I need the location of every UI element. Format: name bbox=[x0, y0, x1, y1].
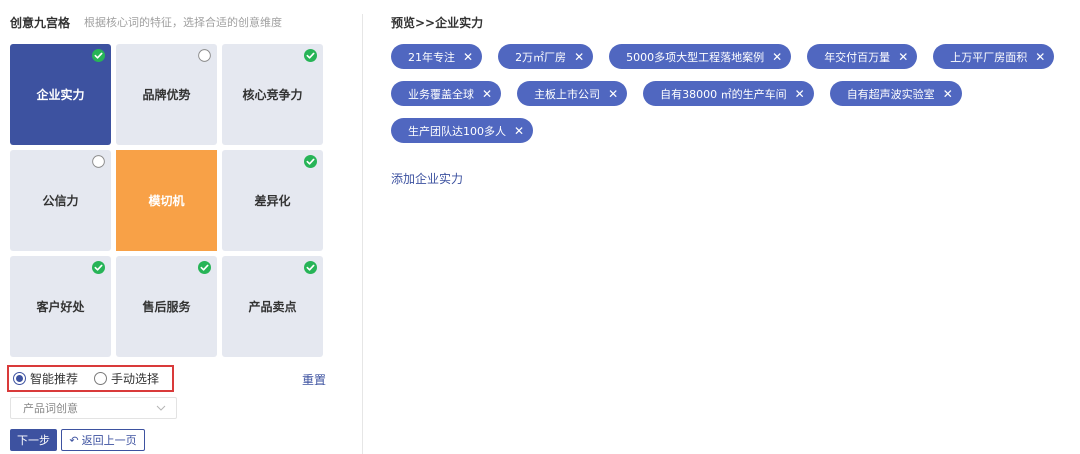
mode-selector: 智能推荐 手动选择 bbox=[7, 365, 174, 392]
select-value: 产品词创意 bbox=[23, 402, 78, 415]
preview-tag: 生产团队达100多人 ✕ bbox=[391, 118, 534, 143]
check-circle-icon bbox=[92, 49, 105, 62]
close-icon[interactable]: ✕ bbox=[898, 51, 908, 63]
reset-link[interactable]: 重置 bbox=[302, 371, 326, 388]
close-icon[interactable]: ✕ bbox=[795, 88, 805, 100]
grid-cell-label: 产品卖点 bbox=[248, 300, 297, 314]
tag-text: 业务覆盖全球 bbox=[408, 87, 474, 101]
empty-circle-icon bbox=[198, 49, 211, 62]
preview-tag: 主板上市公司 ✕ bbox=[517, 81, 628, 106]
preview-tag-list: 21年专注 ✕ 2万㎡厂房 ✕ 5000多项大型工程落地案例 ✕ 年交付百万量 ✕ 上万… bbox=[391, 44, 1071, 143]
grid-cell-label: 售后服务 bbox=[142, 300, 191, 314]
radio-smart-recommend[interactable]: 智能推荐 bbox=[13, 370, 78, 387]
tag-text: 自有38000 ㎡的生产车间 bbox=[660, 87, 787, 101]
close-icon[interactable]: ✕ bbox=[772, 51, 782, 63]
grid-description: 根据核心词的特征，选择合适的创意维度 bbox=[84, 16, 283, 29]
radio-manual-select[interactable]: 手动选择 bbox=[94, 370, 159, 387]
preview-tag: 业务覆盖全球 ✕ bbox=[391, 81, 502, 106]
grid-cell-label: 公信力 bbox=[42, 194, 79, 208]
grid-cell-label: 品牌优势 bbox=[142, 88, 191, 102]
preview-tag: 年交付百万量 ✕ bbox=[807, 44, 918, 69]
close-icon[interactable]: ✕ bbox=[463, 51, 473, 63]
creative-type-select[interactable]: 产品词创意 bbox=[10, 397, 177, 419]
grid-cell-label: 模切机 bbox=[148, 194, 185, 208]
tag-text: 5000多项大型工程落地案例 bbox=[626, 50, 765, 64]
grid-cell-label: 差异化 bbox=[254, 194, 291, 208]
grid-cell-product-selling-points[interactable]: 产品卖点 bbox=[222, 256, 323, 357]
radio-checked-icon bbox=[13, 372, 26, 385]
check-circle-icon bbox=[92, 261, 105, 274]
radio-label: 手动选择 bbox=[111, 372, 160, 386]
grid-cell-label: 企业实力 bbox=[36, 88, 85, 102]
check-circle-icon bbox=[304, 49, 317, 62]
preview-tag: 自有38000 ㎡的生产车间 ✕ bbox=[643, 81, 814, 106]
preview-tag: 自有超声波实验室 ✕ bbox=[829, 81, 962, 106]
close-icon[interactable]: ✕ bbox=[608, 88, 618, 100]
grid-cell-enterprise-strength[interactable]: 企业实力 bbox=[10, 44, 111, 145]
preview-tag: 上万平厂房面积 ✕ bbox=[933, 44, 1055, 69]
preview-title: 预览>>企业实力 bbox=[391, 16, 484, 30]
creative-grid: 企业实力 品牌优势 核心竞争力 公信力 模切机 差异化 客户好处 售后服务 产品… bbox=[10, 44, 324, 357]
preview-tag: 21年专注 ✕ bbox=[391, 44, 483, 69]
radio-unchecked-icon bbox=[94, 372, 108, 385]
close-icon[interactable]: ✕ bbox=[514, 125, 524, 137]
panel-divider bbox=[362, 14, 363, 454]
tag-text: 年交付百万量 bbox=[824, 50, 891, 64]
close-icon[interactable]: ✕ bbox=[574, 51, 584, 63]
header: 创意九宫格 根据核心词的特征，选择合适的创意维度 bbox=[10, 14, 282, 30]
chevron-down-icon bbox=[156, 405, 166, 411]
back-button[interactable]: ↶ 返回上一页 bbox=[61, 429, 145, 451]
left-panel: 创意九宫格 根据核心词的特征，选择合适的创意维度 企业实力 品牌优势 核心竞争力… bbox=[0, 0, 362, 454]
grid-cell-label: 客户好处 bbox=[36, 300, 85, 314]
grid-cell-core-keyword: 模切机 bbox=[116, 150, 217, 251]
grid-cell-differentiation[interactable]: 差异化 bbox=[222, 150, 323, 251]
grid-cell-after-sales[interactable]: 售后服务 bbox=[116, 256, 217, 357]
add-enterprise-strength-link[interactable]: 添加企业实力 bbox=[391, 170, 463, 187]
check-circle-icon bbox=[304, 155, 317, 168]
next-step-button[interactable]: 下一步 bbox=[10, 429, 57, 451]
grid-cell-credibility[interactable]: 公信力 bbox=[10, 150, 111, 251]
tag-text: 21年专注 bbox=[408, 50, 455, 64]
preview-tag: 2万㎡厂房 ✕ bbox=[498, 44, 594, 69]
check-circle-icon bbox=[198, 261, 211, 274]
grid-cell-core-competitiveness[interactable]: 核心竞争力 bbox=[222, 44, 323, 145]
tag-text: 上万平厂房面积 bbox=[950, 50, 1028, 64]
grid-title: 创意九宫格 bbox=[10, 15, 71, 30]
check-circle-icon bbox=[304, 261, 317, 274]
tag-text: 自有超声波实验室 bbox=[846, 87, 935, 101]
tag-text: 2万㎡厂房 bbox=[515, 50, 567, 64]
tag-text: 主板上市公司 bbox=[534, 87, 601, 101]
radio-label: 智能推荐 bbox=[30, 372, 79, 386]
grid-cell-customer-benefits[interactable]: 客户好处 bbox=[10, 256, 111, 357]
close-icon[interactable]: ✕ bbox=[943, 88, 953, 100]
grid-cell-label: 核心竞争力 bbox=[242, 88, 303, 102]
empty-circle-icon bbox=[92, 155, 105, 168]
close-icon[interactable]: ✕ bbox=[1035, 51, 1045, 63]
tag-text: 生产团队达100多人 bbox=[408, 124, 506, 138]
undo-arrow-icon: ↶ bbox=[69, 433, 79, 447]
grid-cell-brand-advantage[interactable]: 品牌优势 bbox=[116, 44, 217, 145]
preview-tag: 5000多项大型工程落地案例 ✕ bbox=[609, 44, 792, 69]
close-icon[interactable]: ✕ bbox=[482, 88, 492, 100]
back-button-label: 返回上一页 bbox=[81, 434, 137, 447]
